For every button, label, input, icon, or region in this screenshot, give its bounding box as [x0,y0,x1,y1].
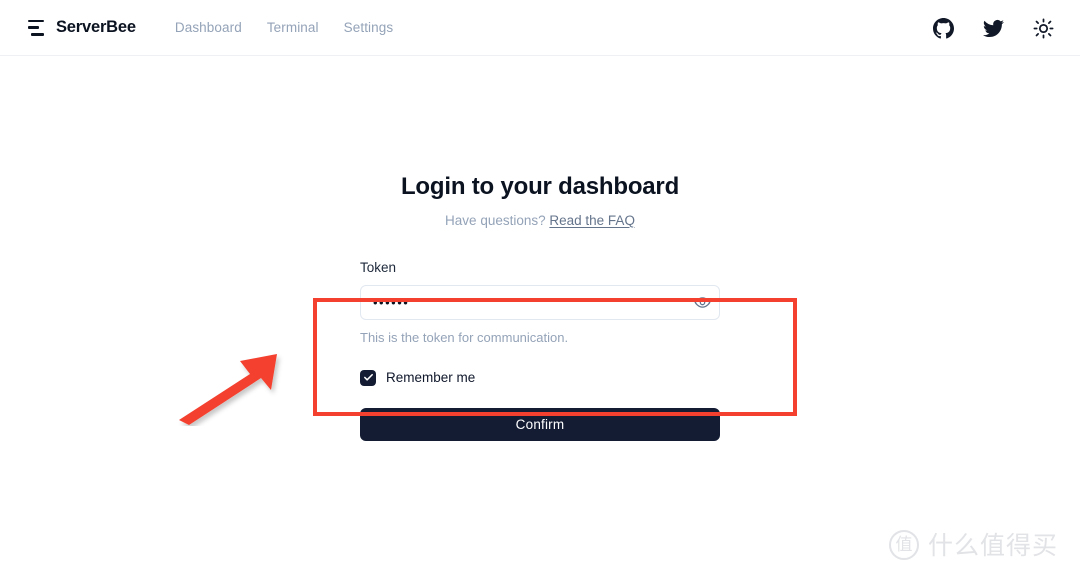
brand-logo[interactable]: ServerBee [28,18,136,37]
red-arrow-annotation [176,350,288,426]
nav-settings[interactable]: Settings [344,20,394,35]
token-input-wrap [360,284,720,320]
header-actions [932,0,1054,56]
brand-name: ServerBee [56,18,136,36]
token-help-text: This is the token for communication. [360,329,569,345]
main-nav: Dashboard Terminal Settings [175,20,393,35]
twitter-icon[interactable] [982,17,1004,39]
eye-icon[interactable] [693,293,711,311]
nav-terminal[interactable]: Terminal [267,20,319,35]
remember-me-row[interactable]: Remember me [360,369,720,386]
nav-dashboard[interactable]: Dashboard [175,20,242,35]
remember-me-checkbox[interactable] [360,369,376,386]
menu-lines-icon [28,19,46,36]
token-field-block: Token This is the token for communicatio… [360,260,720,345]
token-input[interactable] [360,284,720,320]
watermark: 值 什么值得买 [888,530,1058,560]
github-icon[interactable] [932,17,954,39]
remember-me-label: Remember me [386,370,476,386]
page-title: Login to your dashboard [400,173,680,200]
watermark-badge: 值 [888,530,919,560]
subtitle-text: Have questions? [445,212,546,228]
confirm-button[interactable]: Confirm [360,407,720,441]
login-panel: Login to your dashboard Have questions? … [360,173,720,441]
token-label: Token [360,259,397,275]
sun-icon[interactable] [1032,17,1054,39]
main-content: Login to your dashboard Have questions? … [0,56,1080,574]
watermark-text: 什么值得买 [927,530,1058,560]
subtitle: Have questions? Read the FAQ [360,213,720,228]
app-header: ServerBee Dashboard Terminal Settings [0,0,1080,56]
faq-link[interactable]: Read the FAQ [549,213,635,228]
